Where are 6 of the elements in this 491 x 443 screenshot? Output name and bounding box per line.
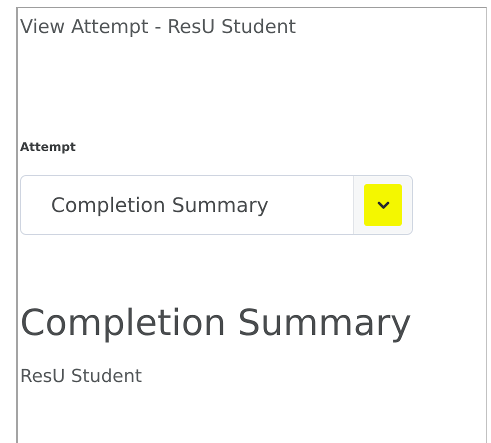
attempt-dropdown[interactable]: Completion Summary: [20, 175, 413, 235]
page-heading: Completion Summary: [20, 303, 412, 344]
chevron-down-icon: [376, 200, 390, 210]
student-name: ResU Student: [20, 366, 142, 387]
window-title: View Attempt - ResU Student: [20, 16, 296, 38]
field-label: Attempt: [20, 140, 76, 154]
